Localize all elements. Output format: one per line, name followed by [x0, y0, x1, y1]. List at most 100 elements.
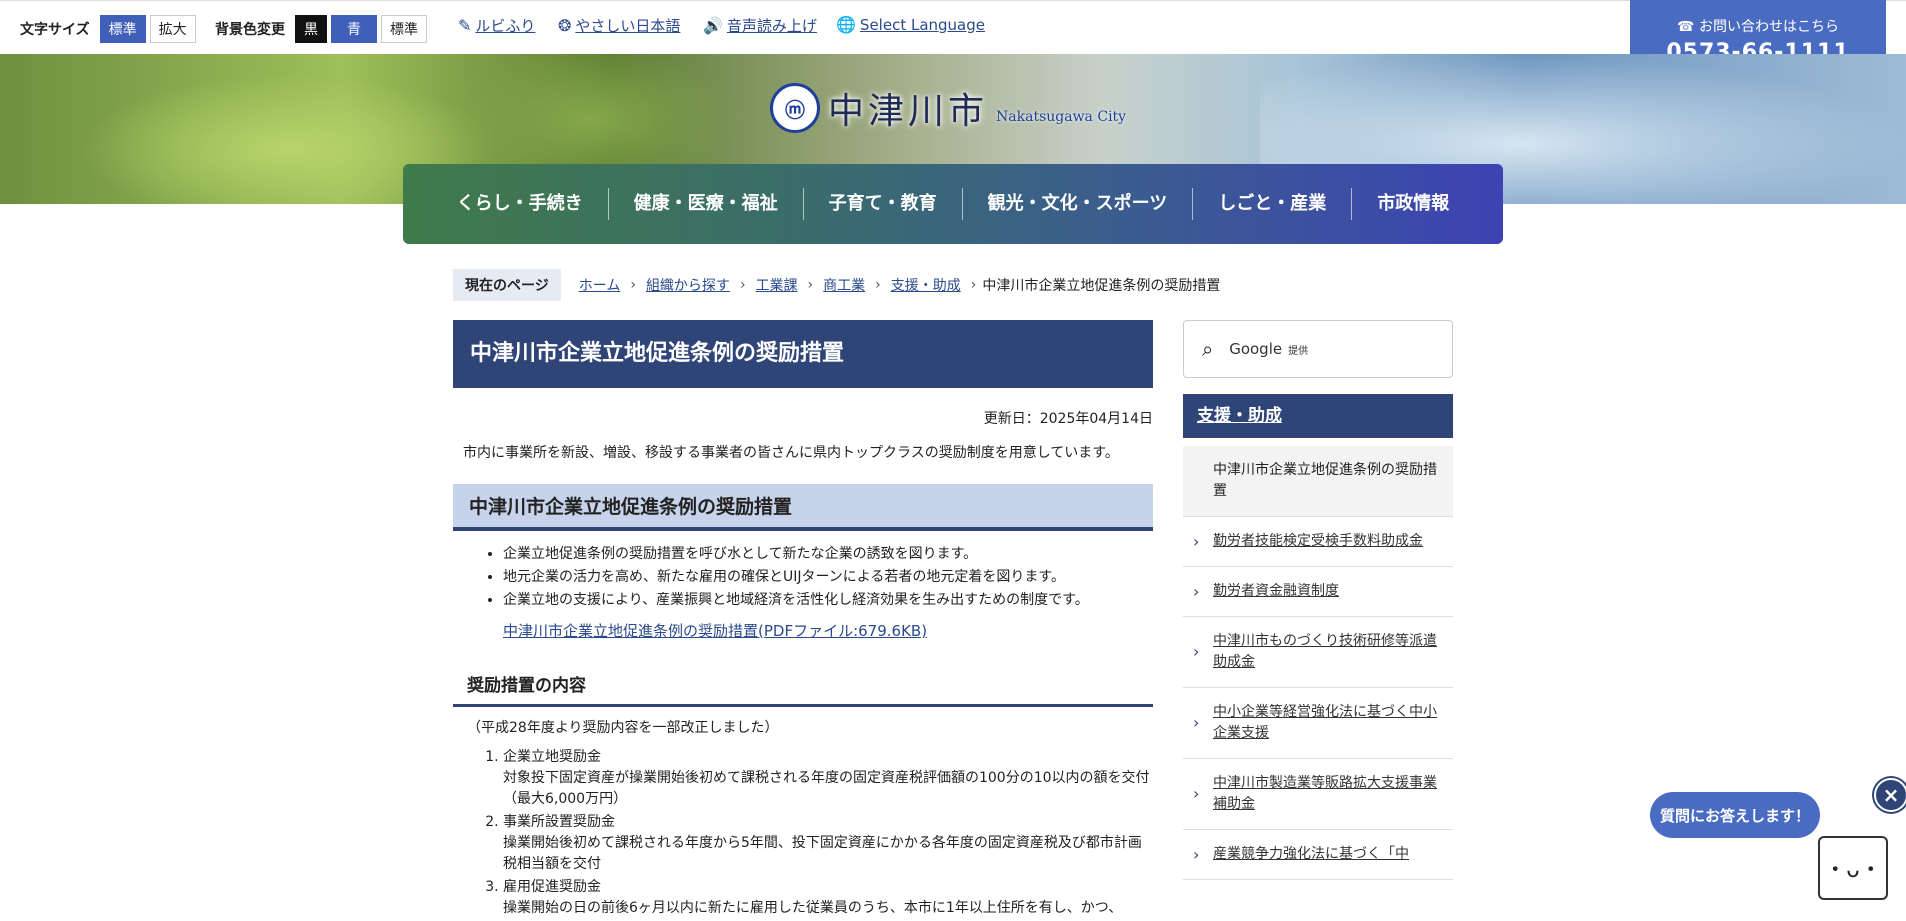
incentive-title: 事業所設置奨励金: [503, 814, 615, 830]
subsection-heading: 奨励措置の内容: [453, 671, 1153, 707]
chat-close-button[interactable]: ×: [1874, 778, 1906, 812]
breadcrumb-separator: ›: [807, 277, 814, 293]
incentive-desc: 操業開始の日の前後6ヶ月以内に新たに雇用した従業員のうち、本市に1年以上住所を有…: [503, 900, 1123, 916]
utility-bar: 文字サイズ 標準 拡大 背景色変更 黒 青 標準 ✎ ルビふり ❂ やさしい日本…: [0, 0, 1906, 55]
sidebar-item-link[interactable]: 中小企業等経営強化法に基づく中小企業支援: [1213, 704, 1437, 741]
fontsize-label: 文字サイズ: [20, 22, 90, 38]
breadcrumb-separator: ›: [875, 277, 881, 293]
sidebar-item[interactable]: › 中津川市ものづくり技術研修等派遣助成金: [1183, 617, 1453, 688]
revision-note: （平成28年度より奨励内容を一部改正しました）: [467, 720, 779, 736]
sidebar-item-current: 中津川市企業立地促進条例の奨励措置: [1183, 446, 1453, 517]
global-nav: くらし・手続き 健康・医療・福祉 子育て・教育 観光・文化・スポーツ しごと・産…: [403, 164, 1503, 244]
breadcrumb-industry-dept[interactable]: 工業課: [756, 275, 798, 295]
pdf-link[interactable]: 中津川市企業立地促進条例の奨励措置(PDFファイル:679.6KB): [503, 622, 927, 640]
bg-black-button[interactable]: 黒: [295, 15, 327, 43]
voice-link[interactable]: 🔊 音声読み上げ: [703, 15, 817, 36]
page-title: 中津川市企業立地促進条例の奨励措置: [453, 320, 1153, 388]
sidebar-item-link[interactable]: 産業競争力強化法に基づく「中: [1213, 846, 1409, 862]
sidebar-item[interactable]: › 勤労者資金融資制度: [1183, 567, 1453, 617]
section-heading: 中津川市企業立地促進条例の奨励措置: [453, 484, 1153, 531]
chevron-right-icon: ›: [1193, 581, 1200, 601]
fontsize-large-button[interactable]: 拡大: [149, 15, 196, 43]
ruby-link[interactable]: ✎ ルビふり: [458, 15, 535, 36]
incentive-item: 企業立地奨励金 対象投下固定資産が操業開始後初めて課税される年度の固定資産税評価…: [503, 747, 1153, 810]
search-brand: Google: [1229, 340, 1283, 358]
phone-icon: ☎: [1677, 19, 1695, 35]
language-globe-icon: 🌐: [836, 15, 856, 34]
nav-item-cityinfo[interactable]: 市政情報: [1352, 188, 1474, 220]
logo-name: 中津川市: [828, 91, 989, 132]
sidebar-item-link[interactable]: 勤労者資金融資制度: [1213, 583, 1339, 599]
easy-japanese-label[interactable]: やさしい日本語: [575, 15, 680, 36]
sidebar: ⌕ Google 提供 支援・助成 中津川市企業立地促進条例の奨励措置 › 勤労…: [1183, 320, 1453, 880]
breadcrumb-commerce[interactable]: 商工業: [823, 275, 865, 295]
fontsize-control: 文字サイズ 標準 拡大: [20, 15, 200, 43]
incentive-desc: 操業開始後初めて課税される年度から5年間、投下固定資産にかかる各年度の固定資産税…: [503, 835, 1142, 872]
sidebar-item[interactable]: › 勤労者技能検定受検手数料助成金: [1183, 517, 1453, 567]
speaker-icon: 🔊: [703, 16, 723, 35]
fontsize-standard-button[interactable]: 標準: [99, 15, 146, 43]
bgcolor-label: 背景色変更: [215, 22, 285, 38]
intro-text: 市内に事業所を新設、増設、移設する事業者の皆さんに県内トップクラスの奨励制度を用…: [463, 445, 1119, 461]
incentive-item: 雇用促進奨励金 操業開始の日の前後6ヶ月以内に新たに雇用した従業員のうち、本市に…: [503, 877, 1153, 919]
chevron-right-icon: ›: [1193, 642, 1200, 661]
breadcrumb-separator: ›: [630, 277, 636, 293]
sidebar-item[interactable]: › 中津川市製造業等販路拡大支援事業補助金: [1183, 759, 1453, 830]
search-input[interactable]: ⌕ Google 提供: [1183, 320, 1453, 378]
sidebar-item-label: 中津川市企業立地促進条例の奨励措置: [1213, 462, 1437, 499]
sidebar-heading[interactable]: 支援・助成: [1183, 394, 1453, 438]
voice-label[interactable]: 音声読み上げ: [727, 15, 817, 36]
nav-item-business[interactable]: しごと・産業: [1193, 188, 1353, 220]
chat-bubble[interactable]: 質問にお答えします！: [1650, 792, 1820, 838]
sidebar-item-link[interactable]: 中津川市製造業等販路拡大支援事業補助金: [1213, 775, 1437, 812]
globe-icon: ❂: [558, 16, 572, 35]
breadcrumb-separator: ›: [739, 277, 746, 293]
list-item: 企業立地の支援により、産業振興と地域経済を活性化し経済効果を生み出すための制度で…: [503, 589, 1153, 612]
language-label[interactable]: Select Language: [860, 16, 985, 34]
ruby-label[interactable]: ルビふり: [475, 15, 535, 36]
bullet-list: 企業立地促進条例の奨励措置を呼び水として新たな企業の誘致を図ります。 地元企業の…: [453, 543, 1153, 612]
chevron-right-icon: ›: [1193, 531, 1200, 551]
sidebar-list: 中津川市企業立地促進条例の奨励措置 › 勤労者技能検定受検手数料助成金 › 勤労…: [1183, 446, 1453, 880]
bgcolor-control: 背景色変更 黒 青 標準: [215, 15, 431, 43]
breadcrumb-support[interactable]: 支援・助成: [891, 275, 961, 295]
incentive-desc: 対象投下固定資産が操業開始後初めて課税される年度の固定資産税評価額の100分の1…: [503, 770, 1150, 807]
incentive-list: 企業立地奨励金 対象投下固定資産が操業開始後初めて課税される年度の固定資産税評価…: [453, 747, 1153, 919]
sidebar-item-link[interactable]: 中津川市ものづくり技術研修等派遣助成金: [1213, 633, 1437, 670]
chevron-right-icon: ›: [1193, 844, 1200, 864]
logo-sub: Nakatsugawa City: [996, 109, 1127, 125]
bg-blue-button[interactable]: 青: [331, 15, 377, 43]
chevron-right-icon: ›: [1193, 784, 1200, 803]
language-link[interactable]: 🌐 Select Language: [836, 15, 985, 34]
contact-label-row: ☎ お問い合わせはこちら: [1630, 16, 1886, 36]
search-icon[interactable]: ⌕: [1202, 337, 1213, 361]
main-content: 中津川市企業立地促進条例の奨励措置 更新日：2025年04月14日 市内に事業所…: [453, 320, 1153, 921]
incentive-title: 雇用促進奨励金: [503, 879, 601, 895]
nav-item-health[interactable]: 健康・医療・福祉: [609, 188, 804, 220]
incentive-item: 事業所設置奨励金 操業開始後初めて課税される年度から5年間、投下固定資産にかかる…: [503, 812, 1153, 875]
nav-item-living[interactable]: くらし・手続き: [432, 188, 609, 220]
chevron-right-icon: ›: [1193, 713, 1200, 732]
sidebar-item-link[interactable]: 勤労者技能検定受検手数料助成金: [1213, 533, 1423, 549]
pdf-link-row: 中津川市企業立地促進条例の奨励措置(PDFファイル:679.6KB): [503, 620, 1153, 641]
city-emblem-icon: ⓜ: [770, 83, 820, 133]
easy-japanese-link[interactable]: ❂ やさしい日本語: [558, 15, 680, 36]
breadcrumb-current: 中津川市企業立地促進条例の奨励措置: [982, 278, 1221, 294]
breadcrumb-separator: ›: [970, 277, 977, 293]
contact-label: お問い合わせはこちら: [1698, 19, 1839, 35]
nav-item-tourism[interactable]: 観光・文化・スポーツ: [963, 188, 1194, 220]
chatbot-icon[interactable]: ・ᴗ・: [1818, 836, 1888, 900]
breadcrumb-home[interactable]: ホーム: [579, 275, 621, 295]
list-item: 地元企業の活力を高め、新たな雇用の確保とUIJターンによる若者の地元定着を図りま…: [503, 566, 1153, 589]
updated-date: 更新日：2025年04月14日: [983, 411, 1153, 427]
breadcrumb-current-label: 現在のページ: [453, 269, 561, 301]
sidebar-item[interactable]: › 中小企業等経営強化法に基づく中小企業支援: [1183, 688, 1453, 759]
incentive-title: 企業立地奨励金: [503, 749, 601, 765]
breadcrumb-organization[interactable]: 組織から探す: [646, 275, 730, 295]
pencil-icon: ✎: [458, 16, 472, 35]
nav-item-childcare[interactable]: 子育て・教育: [804, 188, 963, 220]
bg-standard-button[interactable]: 標準: [381, 15, 427, 43]
sidebar-item[interactable]: › 産業競争力強化法に基づく「中: [1183, 830, 1453, 880]
search-suffix: 提供: [1288, 345, 1309, 357]
site-logo[interactable]: ⓜ 中津川市 Nakatsugawa City: [770, 82, 1126, 134]
